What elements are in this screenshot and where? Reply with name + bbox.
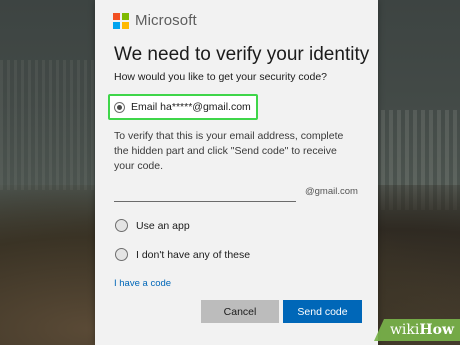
- radio-selected-dot: [117, 104, 122, 110]
- logo-red-square: [113, 12, 120, 20]
- microsoft-logo-icon: [113, 12, 129, 29]
- logo-green-square: [122, 12, 129, 20]
- background-city-left: [0, 60, 95, 190]
- verify-identity-dialog: Microsoft We need to verify your identit…: [95, 0, 378, 345]
- no-options-label: I don't have any of these: [136, 248, 251, 261]
- security-code-question: How would you like to get your security …: [114, 71, 328, 83]
- email-domain-suffix: @gmail.com: [305, 186, 358, 197]
- use-app-label: Use an app: [136, 219, 190, 232]
- brand-name: Microsoft: [135, 12, 197, 29]
- watermark-prefix: wiki: [389, 322, 420, 338]
- verification-instructions: To verify that this is your email addres…: [114, 130, 344, 172]
- email-username-input[interactable]: [114, 183, 296, 202]
- logo-yellow-square: [122, 21, 129, 29]
- email-option[interactable]: Email ha*****@gmail.com: [108, 94, 258, 120]
- brand-header: Microsoft: [113, 12, 197, 29]
- have-code-link[interactable]: I have a code: [114, 278, 171, 289]
- use-app-radio[interactable]: [115, 219, 128, 232]
- no-options-option[interactable]: I don't have any of these: [115, 248, 250, 261]
- watermark-suffix: How: [419, 322, 454, 338]
- page-title: We need to verify your identity: [114, 44, 370, 65]
- email-verify-row: @gmail.com: [114, 181, 364, 205]
- cancel-button[interactable]: Cancel: [201, 300, 279, 323]
- send-code-button[interactable]: Send code: [283, 300, 362, 323]
- email-option-radio[interactable]: [114, 101, 125, 113]
- use-app-option[interactable]: Use an app: [115, 219, 190, 232]
- wikihow-watermark: wikiHow: [370, 315, 460, 345]
- watermark-text: wikiHow: [390, 322, 454, 338]
- logo-blue-square: [113, 21, 120, 29]
- no-options-radio[interactable]: [115, 248, 128, 261]
- email-option-label: Email ha*****@gmail.com: [131, 101, 251, 113]
